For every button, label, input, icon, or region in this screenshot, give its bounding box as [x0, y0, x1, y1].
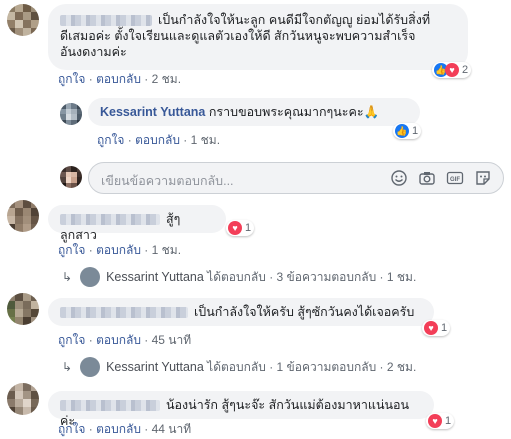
sticker-icon[interactable]: [474, 169, 492, 187]
avatar[interactable]: [7, 200, 39, 232]
like-button[interactable]: ถูกใจ: [97, 133, 124, 147]
avatar[interactable]: [7, 383, 39, 415]
reply-text: กราบขอบพระคุณมากๆนะคะ: [208, 105, 364, 119]
reaction-count[interactable]: 👍 ♥ 2: [432, 62, 472, 78]
avatar: [60, 166, 82, 188]
comment-bubble: เป็นกำลังใจให้นะลูก คนดีมีใจกตัญญู ย่อมไ…: [48, 4, 468, 70]
reply-button[interactable]: ตอบกลับ: [96, 333, 141, 347]
gif-icon[interactable]: GIF: [446, 169, 464, 187]
like-button[interactable]: ถูกใจ: [58, 333, 85, 347]
comment-text: เป็นกำลังใจให้ครับ สู้ๆซักวันคงได้เจอครั…: [194, 305, 415, 319]
reply-arrow-icon: ↳: [62, 360, 73, 374]
timestamp[interactable]: 1 ชม.: [191, 133, 220, 147]
comment-bubble: น้องน่ารัก สู้ๆนะจ๊ะ สักวันแม่ต้องมาหาแน…: [48, 391, 434, 428]
timestamp[interactable]: 44 นาที: [152, 422, 192, 436]
like-button[interactable]: ถูกใจ: [58, 72, 85, 86]
blurred-author-name[interactable]: [60, 400, 160, 412]
reply-button[interactable]: ตอบกลับ: [96, 72, 141, 86]
pray-emoji: 🙏: [363, 105, 380, 119]
love-icon: ♥: [445, 63, 459, 77]
avatar[interactable]: [7, 293, 39, 325]
reply-button[interactable]: ตอบกลับ: [135, 133, 180, 147]
comment-text: เป็นกำลังใจให้นะลูก คนดีมีใจกตัญญู ย่อมไ…: [158, 13, 431, 27]
avatar[interactable]: [60, 103, 82, 125]
reply-input-placeholder: เขียนข้อความตอบกลับ...: [101, 174, 234, 188]
svg-text:GIF: GIF: [450, 177, 460, 183]
comment-text: ดีเสมอค่ะ ตั้งใจเรียนและดูแลตัวเองให้ดี …: [60, 29, 416, 43]
timestamp[interactable]: 45 นาที: [152, 333, 192, 347]
reply-button[interactable]: ตอบกลับ: [96, 243, 141, 257]
author-name[interactable]: Kessarint Yuttana: [100, 105, 205, 119]
comment-bubble: สู้ๆลูกสาว: [48, 205, 226, 242]
reaction-count[interactable]: ♥ 1: [426, 413, 455, 429]
comment-actions: ถูกใจ · ตอบกลับ · 1 ชม.: [58, 243, 182, 257]
reply-arrow-icon: ↳: [62, 270, 73, 284]
love-icon: ♥: [424, 321, 438, 335]
reply-input[interactable]: เขียนข้อความตอบกลับ... GIF: [88, 162, 504, 194]
camera-icon[interactable]: [418, 169, 436, 187]
reaction-count[interactable]: ♥ 1: [226, 220, 255, 236]
love-icon: ♥: [428, 414, 442, 428]
blurred-author-name[interactable]: [60, 15, 152, 27]
comment-actions: ถูกใจ · ตอบกลับ · 44 นาที: [58, 422, 192, 436]
view-replies-link[interactable]: ↳ Kessarint Yuttana ได้ตอบกลับ · 3 ข้อคว…: [62, 267, 416, 287]
avatar: [80, 357, 101, 377]
blurred-author-name[interactable]: [60, 214, 160, 226]
love-icon: ♥: [228, 221, 242, 235]
comment-bubble: เป็นกำลังใจให้ครับ สู้ๆซักวันคงได้เจอครั…: [48, 298, 434, 326]
comment-text: อันงดงามค่ะ: [60, 45, 127, 59]
reply-bubble: Kessarint Yuttana กราบขอบพระคุณมากๆนะคะ🙏: [88, 98, 420, 126]
timestamp[interactable]: 1 ชม.: [152, 243, 181, 257]
avatar: [80, 267, 101, 287]
reply-button[interactable]: ตอบกลับ: [96, 422, 141, 436]
reaction-count[interactable]: 👍 1: [393, 123, 422, 139]
comment-actions: ถูกใจ · ตอบกลับ · 2 ชม.: [58, 72, 182, 86]
view-replies-link[interactable]: ↳ Kessarint Yuttana ได้ตอบกลับ · 1 ข้อคว…: [62, 357, 416, 377]
avatar[interactable]: [7, 4, 39, 36]
reply-actions: ถูกใจ · ตอบกลับ · 1 ชม.: [97, 133, 221, 147]
blurred-author-name[interactable]: [60, 307, 188, 319]
comment-actions: ถูกใจ · ตอบกลับ · 45 นาที: [58, 333, 192, 347]
reaction-count[interactable]: ♥ 1: [422, 320, 451, 336]
like-button[interactable]: ถูกใจ: [58, 422, 85, 436]
like-icon: 👍: [395, 124, 409, 138]
timestamp[interactable]: 2 ชม.: [152, 72, 181, 86]
emoji-icon[interactable]: [390, 169, 408, 187]
like-button[interactable]: ถูกใจ: [58, 243, 85, 257]
